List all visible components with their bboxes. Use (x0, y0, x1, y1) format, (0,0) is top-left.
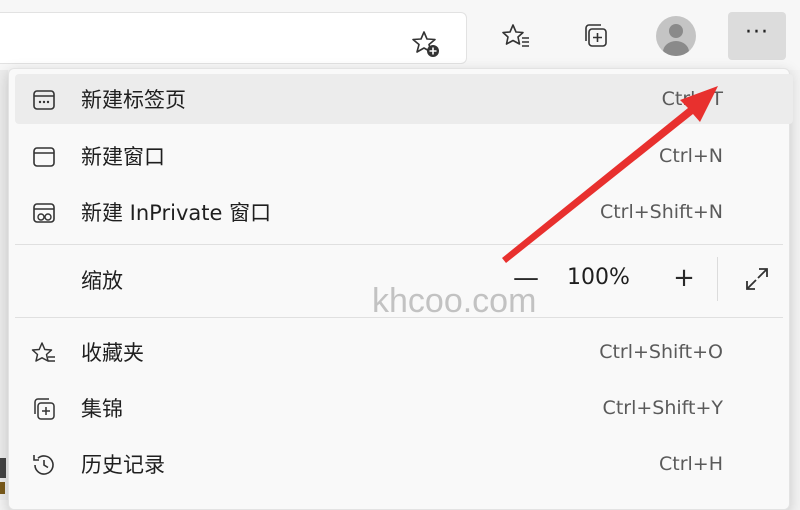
menu-item-new-inprivate-window[interactable]: 新建 InPrivate 窗口 Ctrl+Shift+N (15, 187, 793, 237)
shortcut-text: Ctrl+Shift+O (599, 341, 723, 363)
page-content-edge (0, 70, 8, 500)
zoom-level: 100% (567, 265, 630, 290)
favorites-icon (31, 342, 55, 362)
menu-item-collections[interactable]: 集锦 Ctrl+Shift+Y (15, 383, 793, 433)
address-bar[interactable] (0, 12, 467, 64)
shortcut-text: Ctrl+N (659, 145, 723, 167)
menu-item-label: 新建标签页 (81, 88, 186, 112)
avatar (656, 16, 696, 56)
shortcut-text: Ctrl+Shift+N (599, 201, 723, 223)
collections-icon (34, 398, 55, 420)
favorites-button[interactable] (494, 14, 538, 58)
shortcut-text: Ctrl+Shift+Y (602, 397, 723, 419)
profile-button[interactable] (654, 14, 698, 58)
menu-item-new-window[interactable]: 新建窗口 Ctrl+N (15, 131, 793, 181)
menu-item-favorites[interactable]: 收藏夹 Ctrl+Shift+O (15, 327, 793, 377)
watermark: khcoo.com (372, 282, 537, 320)
menu-item-label: 新建 InPrivate 窗口 (81, 201, 272, 225)
inprivate-icon (33, 203, 55, 223)
new-window-icon (33, 147, 55, 167)
new-tab-icon (33, 90, 55, 110)
menu-item-history[interactable]: 历史记录 Ctrl+H (15, 439, 793, 489)
zoom-in-button[interactable]: + (667, 261, 701, 295)
collections-icon (585, 24, 607, 47)
fullscreen-icon[interactable] (743, 265, 771, 293)
menu-item-new-tab[interactable]: 新建标签页 Ctrl+T (15, 74, 793, 124)
menu-item-label: 历史记录 (81, 453, 165, 477)
more-button[interactable]: ··· (728, 12, 786, 60)
favorites-list-icon (502, 24, 529, 47)
more-icon: ··· (745, 19, 769, 45)
zoom-separator (717, 257, 718, 301)
menu-item-label: 集锦 (81, 397, 123, 421)
shortcut-text: Ctrl+T (661, 88, 723, 110)
star-plus-icon[interactable] (410, 28, 442, 60)
shortcut-text: Ctrl+H (658, 453, 723, 475)
menu-item-label: 新建窗口 (81, 145, 165, 169)
history-icon (33, 455, 54, 475)
menu-divider (15, 244, 783, 245)
zoom-label: 缩放 (81, 269, 123, 293)
collections-button[interactable] (574, 14, 618, 58)
browser-toolbar: ··· (0, 0, 800, 70)
menu-item-label: 收藏夹 (81, 341, 144, 365)
